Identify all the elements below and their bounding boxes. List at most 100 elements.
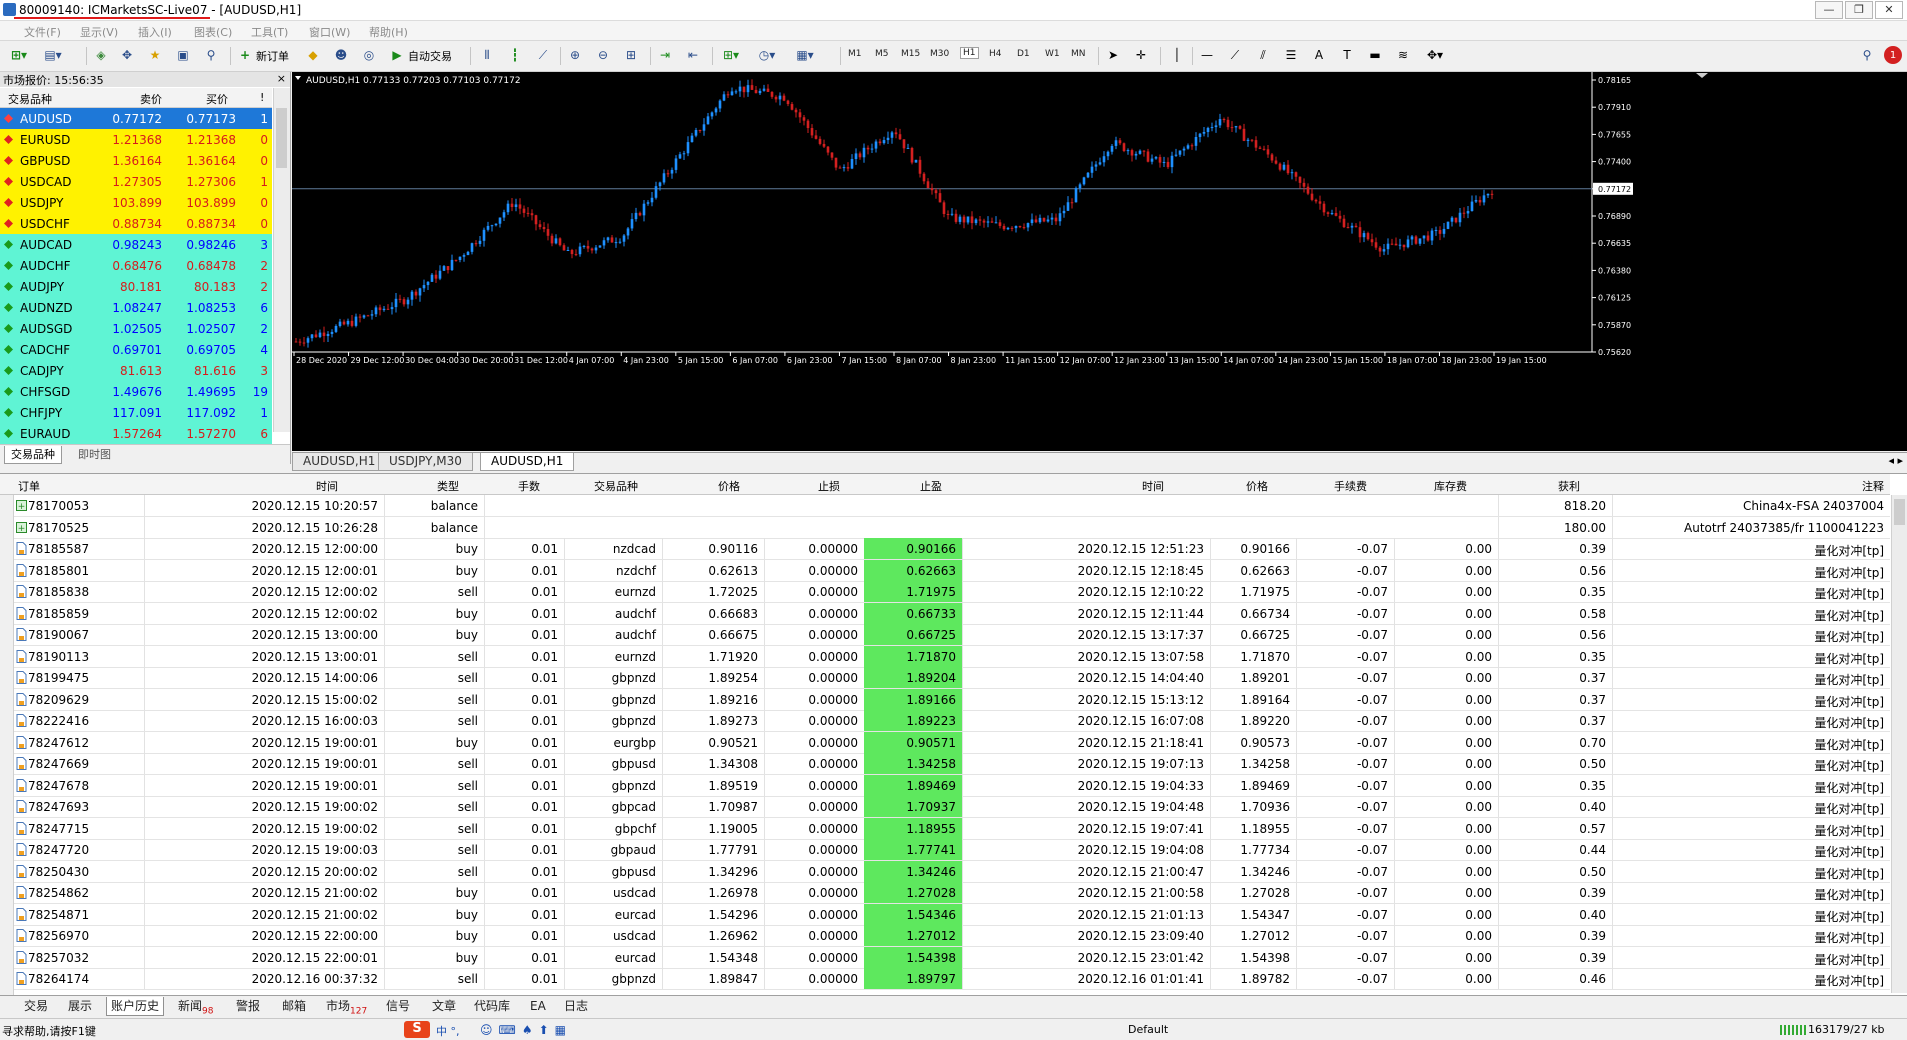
col-sl[interactable]: 止损 xyxy=(818,478,840,494)
history-row[interactable]: 78185587 2020.12.15 12:00:00 buy 0.01 nzdcad… xyxy=(14,538,1890,560)
close-button[interactable]: ✕ xyxy=(1875,1,1903,19)
terminal-tab-9[interactable]: 代码库 xyxy=(470,997,514,1015)
history-row[interactable]: 78247693 2020.12.15 19:00:02 sell 0.01 gbpca… xyxy=(14,796,1890,818)
terminal-tab-0[interactable]: 交易 xyxy=(20,997,52,1015)
terminal-tab-10[interactable]: EA xyxy=(526,997,550,1015)
history-row[interactable]: 78247715 2020.12.15 19:00:02 sell 0.01 gbpch… xyxy=(14,817,1890,840)
terminal-tab-2[interactable]: 账户历史 xyxy=(106,997,165,1016)
history-row[interactable]: 78190113 2020.12.15 13:00:01 sell 0.01 eurnz… xyxy=(14,645,1890,668)
navigator-icon[interactable]: ★ xyxy=(146,46,164,64)
search-icon[interactable]: ⚲ xyxy=(1858,46,1876,64)
history-row[interactable]: 78254871 2020.12.15 21:00:02 buy 0.01 eurcad… xyxy=(14,903,1890,926)
indicators-icon[interactable]: ⊞▾ xyxy=(718,46,744,64)
market-watch-row-chfjpy[interactable]: CHFJPY 117.091 117.092 1 xyxy=(0,402,272,423)
profiles-icon[interactable]: ▤▾ xyxy=(40,46,66,64)
history-row[interactable]: 78199475 2020.12.15 14:00:06 sell 0.01 gbpnz… xyxy=(14,667,1890,689)
col-symbol[interactable]: 交易品种 xyxy=(8,91,52,107)
notification-icon[interactable]: 1 xyxy=(1884,46,1902,64)
terminal-scrollbar[interactable] xyxy=(1891,495,1907,993)
periods-icon[interactable]: ◷▾ xyxy=(754,46,780,64)
tile-windows-icon[interactable]: ⊞ xyxy=(622,46,640,64)
market-watch-row-eurusd[interactable]: EURUSD 1.21368 1.21368 0 xyxy=(0,129,272,150)
menu-tools[interactable]: 工具(T) xyxy=(251,24,288,40)
history-row[interactable]: 78250430 2020.12.15 20:00:02 sell 0.01 gbpus… xyxy=(14,860,1890,883)
templates-icon[interactable]: ▦▾ xyxy=(792,46,818,64)
fibonacci-icon[interactable]: ☰ xyxy=(1282,46,1300,64)
col-close-time[interactable]: 时间 xyxy=(1142,478,1164,494)
market-watch-row-chfsgd[interactable]: CHFSGD 1.49676 1.49695 19 xyxy=(0,381,272,402)
history-row[interactable]: 78190067 2020.12.15 13:00:00 buy 0.01 audchf… xyxy=(14,624,1890,646)
new-chart-icon[interactable]: ⊞▾ xyxy=(6,46,32,64)
new-order-icon[interactable]: + xyxy=(236,46,254,64)
col-time[interactable]: 时间 xyxy=(316,478,338,494)
crosshair-icon[interactable]: ✛ xyxy=(1132,46,1150,64)
menu-chart[interactable]: 图表(C) xyxy=(194,24,232,40)
history-row[interactable]: 78185801 2020.12.15 12:00:01 buy 0.01 nzdchf… xyxy=(14,559,1890,582)
data-window-icon[interactable]: ✥ xyxy=(118,46,136,64)
zoom-out-icon[interactable]: ⊖ xyxy=(594,46,612,64)
terminal-tab-8[interactable]: 文章 xyxy=(428,997,460,1015)
col-profit[interactable]: 获利 xyxy=(1558,478,1580,494)
tab-tick-chart[interactable]: 即时图 xyxy=(72,446,117,463)
chart-shift-icon[interactable]: ⇤ xyxy=(684,46,702,64)
tf-w1[interactable]: W1 xyxy=(1045,49,1060,59)
col-tp[interactable]: 止盈 xyxy=(920,478,942,494)
vertical-line-icon[interactable]: │ xyxy=(1168,46,1186,64)
tab-symbols[interactable]: 交易品种 xyxy=(4,446,62,464)
terminal-tab-3[interactable]: 新闻98 xyxy=(174,997,217,1016)
line-chart-icon[interactable]: ⟋ xyxy=(534,46,552,64)
col-bid[interactable]: 卖价 xyxy=(140,91,162,107)
terminal-tab-1[interactable]: 展示 xyxy=(64,997,96,1015)
auto-scroll-icon[interactable]: ⇥ xyxy=(656,46,674,64)
candlestick-icon[interactable]: ┇ xyxy=(506,46,524,64)
terminal-tab-7[interactable]: 信号 xyxy=(382,997,414,1015)
col-swap[interactable]: 库存费 xyxy=(1434,478,1467,494)
ime-toolbar-icons[interactable]: ☺⌨♠⬆▦ xyxy=(480,1023,572,1037)
market-watch-row-audjpy[interactable]: AUDJPY 80.181 80.183 2 xyxy=(0,276,272,297)
channel-icon[interactable]: ⫽ xyxy=(1254,46,1272,64)
history-row[interactable]: 78247720 2020.12.15 19:00:03 sell 0.01 gbpau… xyxy=(14,839,1890,861)
history-row[interactable]: 78247678 2020.12.15 19:00:01 sell 0.01 gbpnz… xyxy=(14,774,1890,797)
menu-insert[interactable]: 插入(I) xyxy=(138,24,172,40)
menu-window[interactable]: 窗口(W) xyxy=(309,24,350,40)
col-commission[interactable]: 手续费 xyxy=(1334,478,1367,494)
restore-button[interactable]: ❐ xyxy=(1845,1,1873,19)
market-watch-row-audchf[interactable]: AUDCHF 0.68476 0.68478 2 xyxy=(0,255,272,276)
market-watch-row-audnzd[interactable]: AUDNZD 1.08247 1.08253 6 xyxy=(0,297,272,318)
market-watch-row-cadjpy[interactable]: CADJPY 81.613 81.616 3 xyxy=(0,360,272,381)
terminal-tab-5[interactable]: 邮箱 xyxy=(278,997,310,1015)
market-watch-row-gbpusd[interactable]: GBPUSD 1.36164 1.36164 0 xyxy=(0,150,272,171)
col-price[interactable]: 价格 xyxy=(718,478,740,494)
history-row[interactable]: 78209629 2020.12.15 15:00:02 sell 0.01 gbpnz… xyxy=(14,688,1890,711)
metaeditor-icon[interactable]: ◆ xyxy=(304,46,322,64)
market-watch-row-audusd[interactable]: AUDUSD 0.77172 0.77173 1 xyxy=(0,108,272,129)
terminal-tab-6[interactable]: 市场127 xyxy=(322,997,371,1016)
market-watch-row-cadchf[interactable]: CADCHF 0.69701 0.69705 4 xyxy=(0,339,272,360)
terminal-icon[interactable]: ▣ xyxy=(174,46,192,64)
scroll-thumb[interactable] xyxy=(1894,499,1905,525)
ime-logo-icon[interactable]: S xyxy=(404,1021,430,1038)
tester-icon[interactable]: ⚲ xyxy=(202,46,220,64)
zoom-in-icon[interactable]: ⊕ xyxy=(566,46,584,64)
history-row[interactable]: 78222416 2020.12.15 16:00:03 sell 0.01 gbpnz… xyxy=(14,710,1890,732)
text-icon[interactable]: A xyxy=(1310,46,1328,64)
col-order[interactable]: 订单 xyxy=(18,478,40,494)
menu-file[interactable]: 文件(F) xyxy=(24,24,61,40)
signals-icon[interactable]: ☻ xyxy=(332,46,350,64)
history-row[interactable]: 78247669 2020.12.15 19:00:01 sell 0.01 gbpus… xyxy=(14,753,1890,775)
col-symbol[interactable]: 交易品种 xyxy=(594,478,638,494)
trendline-icon[interactable]: ⟋ xyxy=(1226,46,1244,64)
col-spread[interactable]: ! xyxy=(260,91,264,104)
text-label-icon[interactable]: T xyxy=(1338,46,1356,64)
market-watch-row-audsgd[interactable]: AUDSGD 1.02505 1.02507 2 xyxy=(0,318,272,339)
market-watch-row-usdcad[interactable]: USDCAD 1.27305 1.27306 1 xyxy=(0,171,272,192)
market-watch-row-audcad[interactable]: AUDCAD 0.98243 0.98246 3 xyxy=(0,234,272,255)
minimize-button[interactable]: — xyxy=(1815,1,1843,19)
col-lots[interactable]: 手数 xyxy=(518,478,540,494)
market-watch-row-usdchf[interactable]: USDCHF 0.88734 0.88734 0 xyxy=(0,213,272,234)
chart-tab-usdjpy[interactable]: USDJPY,M30 xyxy=(378,453,473,471)
chart-tabs-arrows-icon[interactable]: ◂ ▸ xyxy=(1888,454,1903,467)
rectangle-icon[interactable]: ▬ xyxy=(1366,46,1384,64)
auto-trading-icon[interactable]: ▶ xyxy=(388,46,406,64)
tf-m30[interactable]: M30 xyxy=(930,49,949,59)
